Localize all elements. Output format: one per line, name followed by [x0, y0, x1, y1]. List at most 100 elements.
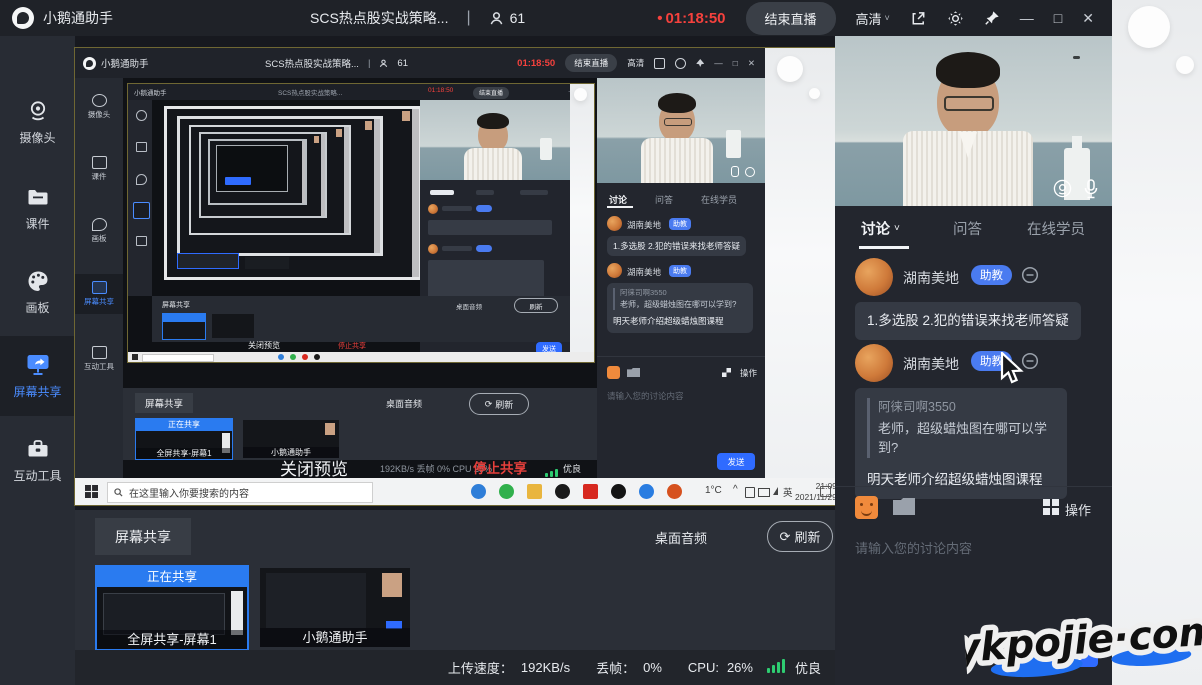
- sidebar-item-screenshare[interactable]: 屏幕共享: [0, 336, 75, 416]
- session-title: SCS热点股实战策略...: [310, 8, 448, 28]
- preview-gear-icon: [675, 58, 686, 69]
- app-window: 小鹅通助手 SCS热点股实战策略... | 61 • 01:18:50 结束直播…: [0, 0, 1202, 685]
- viewers-icon: [489, 11, 504, 26]
- file-icon[interactable]: [893, 498, 915, 515]
- preview-l2-sidebar: [128, 100, 152, 296]
- actions-grid-icon[interactable]: [1043, 499, 1059, 515]
- preview-l1-wallpaper: [765, 48, 835, 505]
- preview-l2-titlebar: 小鹅通助手 SCS热点股实战策略... 01:18:50 结束直播 — □ ✕: [128, 84, 594, 100]
- screen-share-preview[interactable]: 小鹅通助手 SCS热点股实战策略... | 61 01:18:50 结束直播 高…: [75, 48, 835, 505]
- preview-l2-wallpaper: [570, 84, 594, 362]
- pin-icon[interactable]: [984, 10, 1000, 26]
- tray-display-icon: [758, 488, 770, 497]
- end-live-button[interactable]: 结束直播: [746, 2, 836, 35]
- video-camera-icon[interactable]: [1053, 179, 1072, 198]
- send-button[interactable]: 发送: [1040, 640, 1098, 667]
- emoji-icon[interactable]: [855, 496, 878, 519]
- right-panel: 讨论˅ 问答 在线学员 湖南美地 助教 1.多选股 2.犯的错误来找老师答疑 湖…: [835, 36, 1112, 685]
- avatar: [855, 344, 893, 382]
- preview-l2-taskbar: [128, 352, 594, 362]
- tab-qa[interactable]: 问答: [953, 218, 982, 239]
- tab-online-students[interactable]: 在线学员: [1027, 218, 1085, 239]
- taskbar-wechat-icon: [499, 484, 514, 499]
- microphone-icon[interactable]: [1082, 178, 1100, 200]
- preview-l2-share-panel: 屏幕共享 桌面音频 刷新: [152, 296, 570, 342]
- close-preview-button[interactable]: 关闭预览: [280, 455, 348, 480]
- close-button[interactable]: ✕: [1082, 10, 1094, 27]
- sidebar-item-tools[interactable]: 互动工具: [0, 428, 75, 492]
- preview-l1-titlebar: 小鹅通助手 SCS热点股实战策略... | 61 01:18:50 结束直播 高…: [75, 48, 765, 78]
- taskbar-browser-icon: [639, 484, 654, 499]
- share-thumbnail-app[interactable]: 小鹅通助手: [260, 568, 410, 647]
- stop-share-button[interactable]: 停止共享: [473, 457, 527, 477]
- divider: [835, 486, 1112, 487]
- share-panel: 屏幕共享 桌面音频 ⟳刷新 正在共享 全屏共享-屏幕1 小鹅通助手: [75, 510, 835, 650]
- preview-taskbar: 在这里输入你要搜索的内容 1°C ^ 英 21:092021/11/29: [75, 478, 835, 505]
- preview-viewers-icon: [379, 59, 388, 68]
- assistant-badge: 助教: [971, 265, 1012, 285]
- share-panel-tab[interactable]: 屏幕共享: [95, 518, 191, 555]
- camera-icon: [25, 98, 51, 124]
- app-title: 小鹅通助手: [43, 8, 113, 28]
- preview-share-icon: [654, 58, 665, 69]
- mouse-cursor: [1000, 352, 1026, 386]
- share-icon[interactable]: [910, 10, 927, 27]
- taskbar-edge-icon: [471, 484, 486, 499]
- upload-label: 上传速度：: [448, 658, 513, 677]
- taskbar-flash-icon: [583, 484, 598, 499]
- live-timer: 01:18:50: [665, 10, 725, 27]
- rec-dot: •: [657, 10, 662, 27]
- chat-username: 湖南美地: [903, 268, 959, 288]
- viewer-count: 61: [510, 10, 526, 26]
- separator: |: [466, 9, 470, 27]
- search-icon: [114, 488, 123, 497]
- glasses: [944, 96, 994, 111]
- maximize-button[interactable]: □: [1054, 10, 1062, 26]
- taskbar-app-icon: [611, 484, 626, 499]
- tray-volume-icon: [773, 487, 778, 495]
- windows-start-icon: [85, 485, 98, 498]
- status-bar: 上传速度： 192KB/s 丢帧： 0% CPU: 26% 优良: [75, 650, 835, 685]
- app-logo-icon: [12, 7, 34, 29]
- taskbar-temp: 1°C: [705, 485, 722, 496]
- desktop-wallpaper: [1112, 0, 1202, 685]
- mute-icon[interactable]: [1021, 266, 1039, 284]
- preview-l1-logo-icon: [83, 57, 96, 70]
- notification-icon: [820, 486, 831, 497]
- settings-gear-icon[interactable]: [947, 10, 964, 27]
- palette-icon: [25, 268, 51, 294]
- mirror-tunnel: [164, 106, 422, 280]
- chat-tabs: 讨论˅ 问答 在线学员: [835, 206, 1112, 250]
- preview-l1-share-panel: 屏幕共享 桌面音频 ⟳刷新 正在共享 全屏共享-屏幕1 小鹅通助手: [123, 388, 597, 460]
- sidebar-item-whiteboard[interactable]: 画板: [0, 260, 75, 324]
- discussion-input[interactable]: 请输入您的讨论内容: [855, 538, 972, 557]
- upload-value: 192KB/s: [521, 660, 570, 675]
- quality-dropdown[interactable]: 高清 ˅: [856, 9, 890, 28]
- chat-username: 湖南美地: [903, 354, 959, 374]
- avatar: [855, 258, 893, 296]
- screen-share-icon: [24, 350, 52, 378]
- taskbar-office-icon: [667, 484, 682, 499]
- preview-l2-window: 小鹅通助手 SCS热点股实战策略... 01:18:50 结束直播 — □ ✕: [128, 84, 594, 362]
- titlebar: 小鹅通助手 SCS热点股实战策略... | 61 • 01:18:50 结束直播…: [0, 0, 1112, 36]
- cpu-value: 26%: [727, 660, 753, 675]
- actions-label[interactable]: 操作: [1065, 500, 1091, 519]
- preview-l2-stop-label: 停止共享: [338, 341, 366, 351]
- preview-l2-close-label: 关闭预览: [248, 340, 280, 351]
- desktop-audio-label: 桌面音频: [655, 528, 707, 547]
- preview-l1-chat-panel: 讨论 问答 在线学员 湖南美地 助教 1.多选股 2.犯的错误来找老师答疑 湖南…: [597, 78, 765, 478]
- tab-discussion[interactable]: 讨论˅: [861, 218, 900, 239]
- sidebar-item-courseware[interactable]: 课件: [0, 176, 75, 240]
- folder-icon: [25, 184, 51, 210]
- minimize-button[interactable]: —: [1020, 10, 1034, 26]
- tab-underline: [859, 246, 909, 249]
- sidebar-item-camera[interactable]: 摄像头: [0, 90, 75, 154]
- chat-message: 1.多选股 2.犯的错误来找老师答疑: [855, 302, 1081, 340]
- share-thumbnail-screen1[interactable]: 正在共享 全屏共享-屏幕1: [95, 565, 249, 651]
- refresh-button[interactable]: ⟳刷新: [767, 521, 833, 552]
- live-badge: 正在共享: [97, 567, 247, 587]
- preview-l1-sidebar: 摄像头 课件 画板 屏幕共享 互动工具: [75, 78, 123, 478]
- signal-bars-icon: [767, 659, 787, 676]
- preview-pin-icon: [696, 59, 704, 67]
- taskbar-folder-icon: [527, 484, 542, 499]
